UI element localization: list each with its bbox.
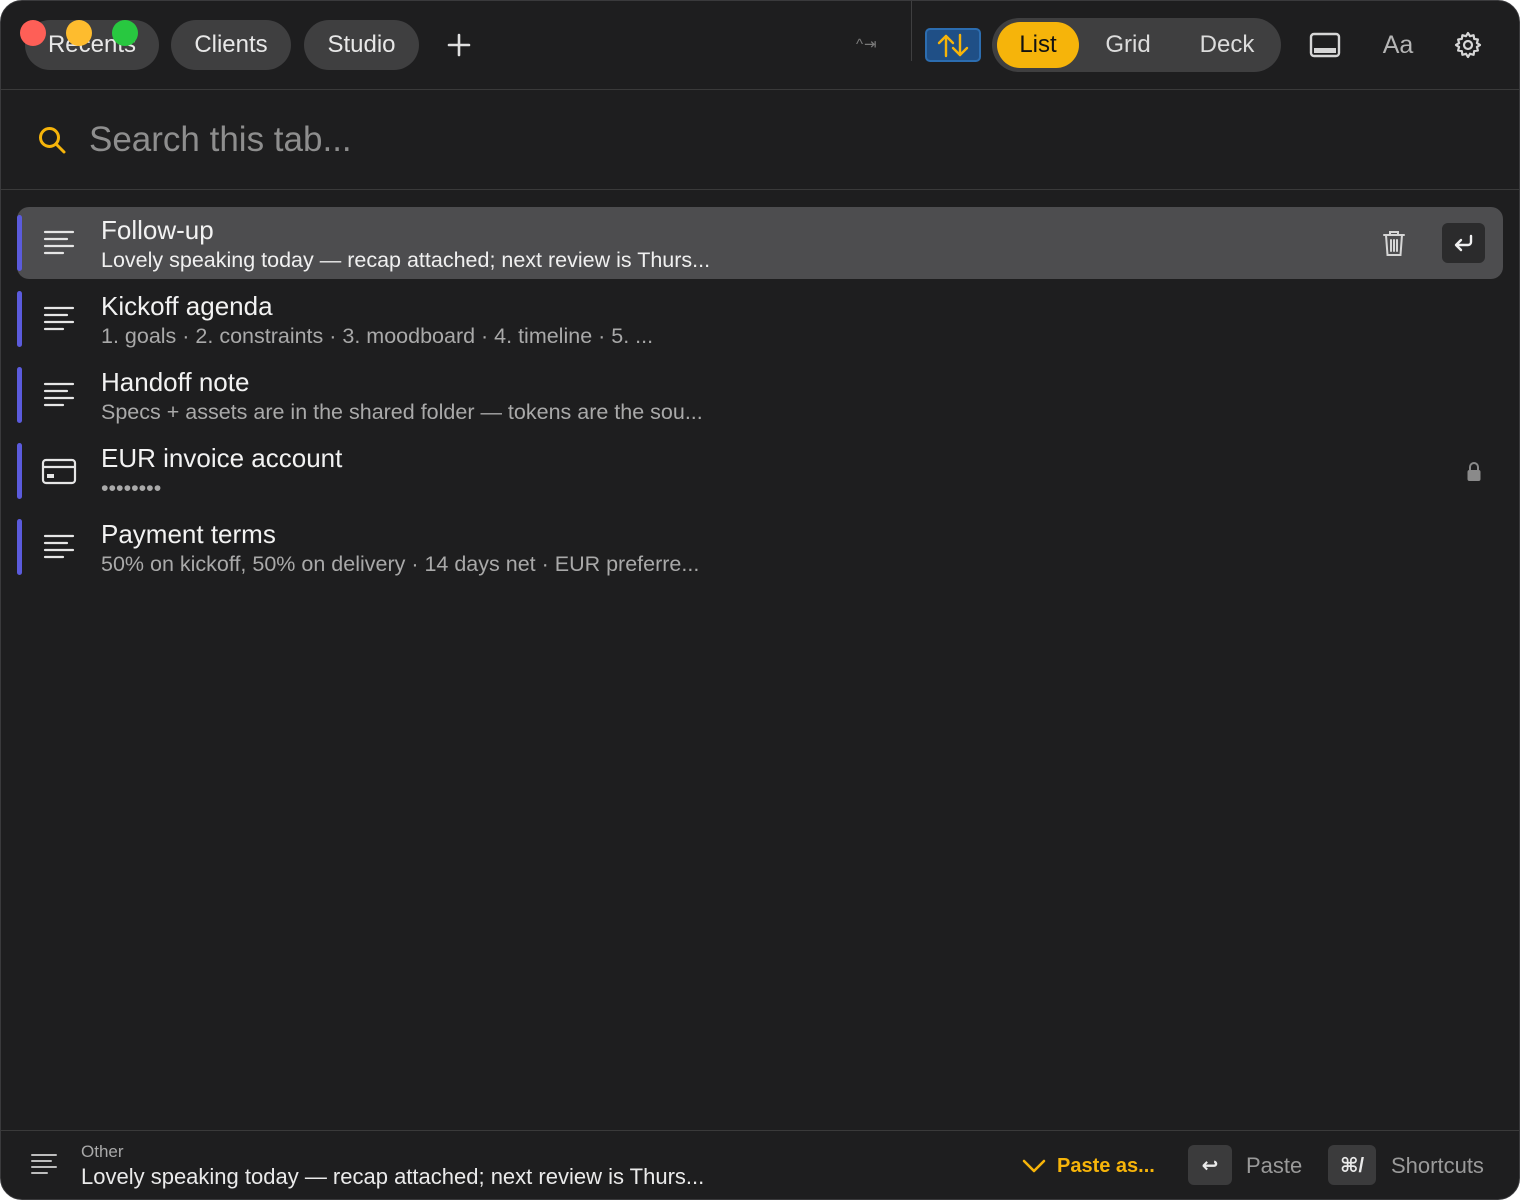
trash-icon[interactable]	[1381, 229, 1407, 257]
row-marker	[17, 519, 22, 575]
text-lines-icon	[43, 534, 75, 559]
tab-shortcut-hint: ^⇥	[856, 36, 878, 53]
shortcuts-button[interactable]: Shortcuts	[1391, 1153, 1484, 1179]
bottom-panel-icon	[1309, 32, 1341, 58]
app-window: Recents Clients Studio ^⇥ List Grid Deck…	[0, 0, 1520, 1200]
paste-item-button[interactable]	[1442, 223, 1485, 263]
font-size-label: Aa	[1382, 30, 1414, 59]
sort-arrows-icon	[937, 33, 969, 58]
text-lines-icon	[31, 1154, 57, 1174]
font-size-button[interactable]: Aa	[1376, 27, 1420, 63]
top-bar: Recents Clients Studio ^⇥ List Grid Deck…	[1, 1, 1519, 90]
search-input[interactable]	[89, 116, 989, 164]
row-marker	[17, 367, 22, 423]
view-grid-button[interactable]: Grid	[1087, 22, 1169, 68]
item-list: Follow-up Lovely speaking today — recap …	[17, 207, 1503, 587]
lock-icon	[1467, 462, 1481, 481]
item-title: EUR invoice account	[101, 443, 343, 473]
view-grid-label: Grid	[1105, 31, 1151, 58]
text-lines-icon	[43, 230, 75, 255]
list-item[interactable]: EUR invoice account ••••••••	[17, 435, 1503, 507]
gear-icon	[1454, 31, 1482, 59]
return-icon	[1454, 234, 1472, 252]
add-tab-button[interactable]	[442, 27, 476, 63]
view-mode-selector: List Grid Deck	[992, 18, 1281, 72]
view-deck-label: Deck	[1199, 31, 1255, 58]
view-list-label: List	[1019, 31, 1057, 58]
paste-button[interactable]: Paste	[1246, 1153, 1302, 1179]
settings-button[interactable]	[1450, 27, 1486, 63]
shortcut-key-badge: ⌘/	[1328, 1145, 1376, 1185]
row-marker	[17, 443, 22, 499]
view-list-button[interactable]: List	[997, 22, 1079, 68]
view-deck-button[interactable]: Deck	[1177, 22, 1277, 68]
item-subtitle: ••••••••	[101, 476, 162, 500]
item-subtitle: 1. goals · 2. constraints · 3. moodboard…	[101, 324, 654, 348]
paste-as-button[interactable]: Paste as...	[1021, 1153, 1155, 1179]
list-item[interactable]: Payment terms 50% on kickoff, 50% on del…	[17, 511, 1503, 583]
item-type-label: Other	[81, 1142, 124, 1161]
row-marker	[17, 291, 22, 347]
list-item[interactable]: Follow-up Lovely speaking today — recap …	[17, 207, 1503, 279]
text-lines-icon	[43, 306, 75, 331]
plus-icon	[447, 33, 471, 57]
window-maximize-button[interactable]	[112, 20, 138, 46]
tab-clients[interactable]: Clients	[171, 20, 291, 70]
toolbar-divider	[911, 1, 912, 61]
item-subtitle: 50% on kickoff, 50% on delivery · 14 day…	[101, 552, 700, 576]
item-title: Follow-up	[101, 215, 214, 245]
search-bar	[1, 90, 1519, 190]
list-item[interactable]: Kickoff agenda 1. goals · 2. constraints…	[17, 283, 1503, 355]
text-lines-icon	[43, 382, 75, 407]
paste-as-label: Paste as...	[1057, 1154, 1155, 1177]
list-item[interactable]: Handoff note Specs + assets are in the s…	[17, 359, 1503, 431]
credit-card-icon	[41, 458, 77, 485]
enter-key-badge: ↩	[1188, 1145, 1232, 1185]
chevron-down-icon	[1022, 1159, 1046, 1173]
toggle-preview-panel-button[interactable]	[1307, 27, 1343, 63]
sort-button[interactable]	[925, 28, 981, 62]
item-title: Handoff note	[101, 367, 250, 397]
window-minimize-button[interactable]	[66, 20, 92, 46]
search-icon	[39, 127, 66, 154]
status-footer: Other Lovely speaking today — recap atta…	[1, 1130, 1519, 1199]
window-close-button[interactable]	[20, 20, 46, 46]
tab-studio[interactable]: Studio	[304, 20, 419, 70]
row-marker	[17, 215, 22, 271]
item-subtitle: Lovely speaking today — recap attached; …	[101, 248, 711, 272]
selected-item-preview: Lovely speaking today — recap attached; …	[81, 1164, 705, 1189]
item-title: Kickoff agenda	[101, 291, 273, 321]
item-subtitle: Specs + assets are in the shared folder …	[101, 400, 703, 424]
tab-clients-label: Clients	[194, 31, 268, 58]
item-title: Payment terms	[101, 519, 276, 549]
tab-studio-label: Studio	[327, 31, 396, 58]
